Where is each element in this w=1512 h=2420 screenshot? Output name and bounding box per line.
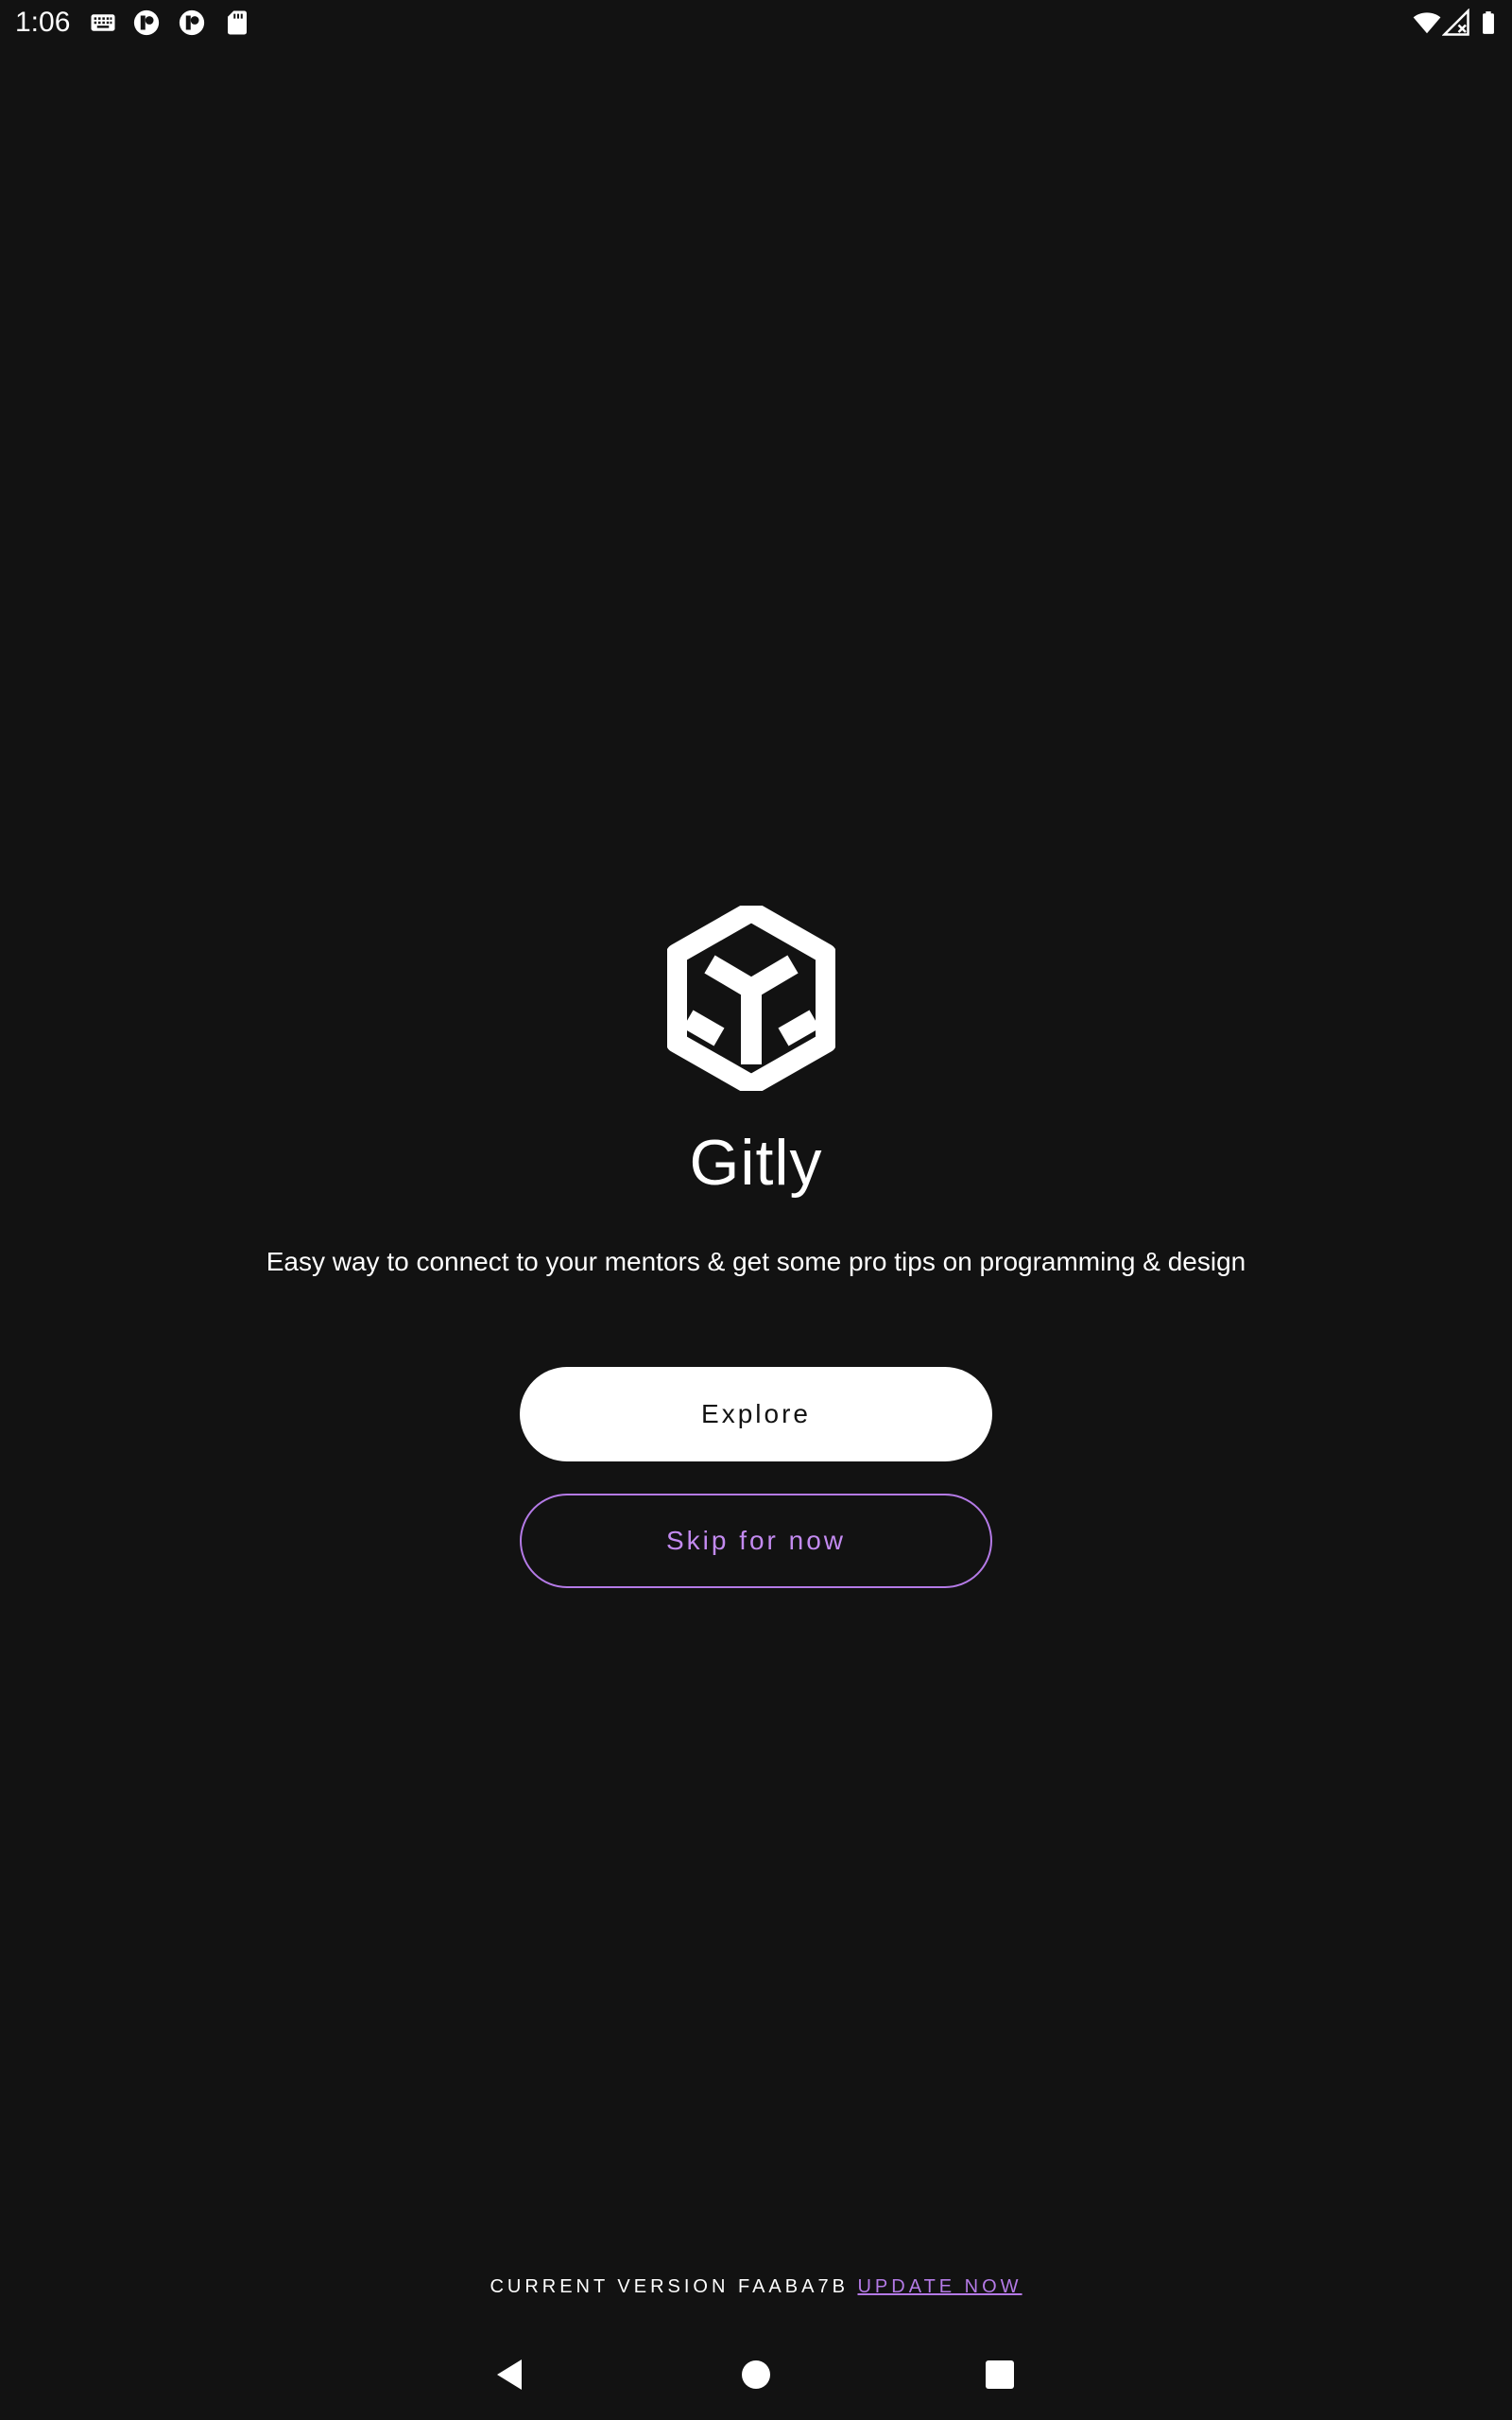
update-now-link[interactable]: UPDATE NOW xyxy=(857,2276,1022,2297)
wifi-icon xyxy=(1412,9,1442,37)
skip-for-now-button[interactable]: Skip for now xyxy=(520,1494,992,1588)
cube-logo-icon xyxy=(667,906,835,1091)
app-notification-icon xyxy=(132,9,161,37)
explore-button[interactable]: Explore xyxy=(520,1367,992,1461)
sd-card-icon xyxy=(223,9,251,37)
navigation-bar xyxy=(0,2335,1512,2420)
back-icon[interactable] xyxy=(493,2356,531,2394)
status-time: 1:06 xyxy=(15,7,71,38)
app-notification-icon xyxy=(178,9,206,37)
current-version-text: CURRENT VERSION FAABA7B xyxy=(490,2276,849,2297)
app-title: Gitly xyxy=(689,1127,823,1199)
keyboard-icon xyxy=(89,9,117,37)
version-info: CURRENT VERSION FAABA7B UPDATE NOW xyxy=(0,2273,1512,2301)
recents-icon[interactable] xyxy=(981,2356,1019,2394)
battery-icon xyxy=(1476,9,1501,37)
home-icon[interactable] xyxy=(737,2356,775,2394)
status-bar: 1:06 xyxy=(0,0,1512,45)
cellular-no-signal-icon xyxy=(1442,9,1470,37)
app-tagline: Easy way to connect to your mentors & ge… xyxy=(266,1247,1246,1276)
